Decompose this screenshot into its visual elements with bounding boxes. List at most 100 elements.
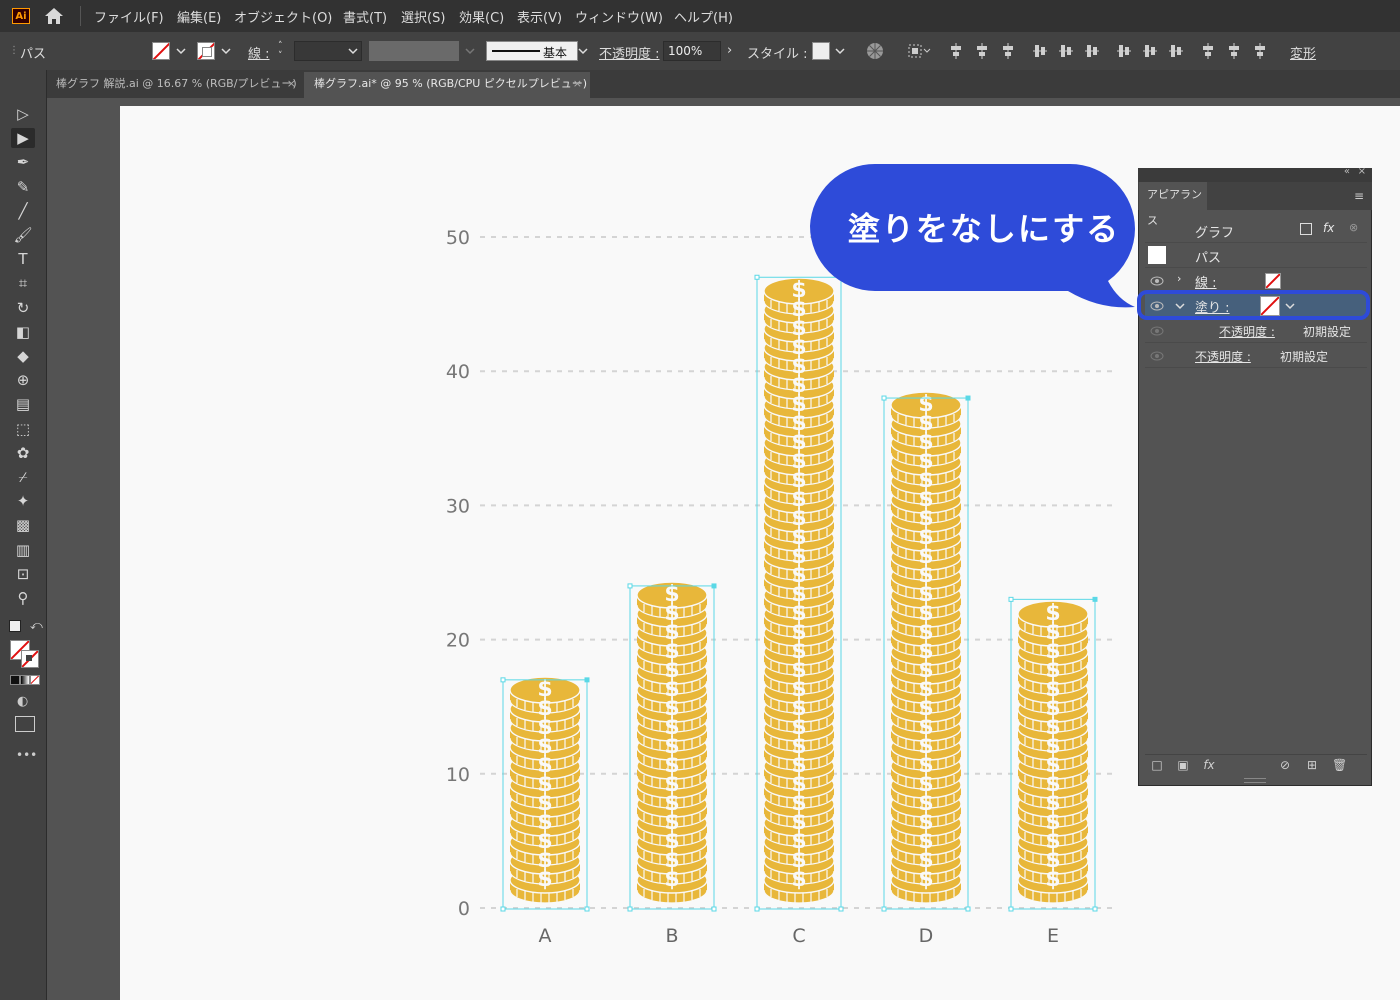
add-fill-icon[interactable]: ▣ <box>1176 758 1190 772</box>
opacity-label[interactable]: 不透明度 : <box>599 43 660 62</box>
direct-selection-tool-icon[interactable]: ▶ <box>11 128 35 149</box>
selection-tool-icon[interactable]: ▷ <box>11 104 35 124</box>
chevron-down-icon[interactable] <box>465 46 475 56</box>
trash-icon[interactable]: 🗑 <box>1332 758 1347 772</box>
appearance-opacity-row[interactable]: 不透明度 : 初期設定 <box>1145 343 1367 368</box>
close-icon[interactable]: × <box>573 72 582 96</box>
stroke-swatch[interactable] <box>197 42 215 60</box>
area-type-icon[interactable]: ⌗ <box>11 273 35 293</box>
appearance-object-row[interactable]: グラフ fx ⊗ <box>1145 218 1367 243</box>
distribute-hcenter-icon[interactable] <box>1227 43 1241 59</box>
recolor-artwork-icon[interactable] <box>866 42 884 60</box>
align-right-icon[interactable] <box>1001 43 1015 59</box>
fill-swatch[interactable] <box>152 42 170 60</box>
default-colors-icon[interactable] <box>9 620 21 632</box>
distribute-right-icon[interactable] <box>1253 43 1267 59</box>
gradient-mode-icon[interactable] <box>20 675 30 685</box>
menu-item-8[interactable]: ウィンドウ(W) <box>575 7 663 26</box>
chevron-down-icon[interactable] <box>835 46 845 56</box>
add-effect-icon[interactable]: fx <box>1202 758 1216 772</box>
home-icon[interactable] <box>44 7 64 25</box>
menu-item-9[interactable]: ヘルプ(H) <box>674 7 733 26</box>
distribute-top-icon[interactable] <box>1117 43 1131 59</box>
clear-icon[interactable]: ⊗ <box>1349 221 1358 234</box>
rotate-tool-icon[interactable]: ↻ <box>11 298 35 318</box>
align-vcenter-icon[interactable] <box>1059 43 1073 59</box>
panel-menu-icon[interactable]: ≡ <box>1354 189 1364 203</box>
distribute-vcenter-icon[interactable] <box>1143 43 1157 59</box>
live-paint-icon[interactable]: ▩ <box>11 515 35 535</box>
visibility-eye-icon[interactable] <box>1150 276 1164 286</box>
blend-tool-icon[interactable]: ⬚ <box>11 419 35 439</box>
tab-document-1[interactable]: 棒グラフ 解説.ai @ 16.67 % (RGB/プレビュー) × <box>46 72 304 98</box>
symbol-sprayer-icon[interactable]: ✿ <box>11 443 35 463</box>
shape-builder-icon[interactable]: ⊕ <box>11 370 35 390</box>
duplicate-icon[interactable] <box>1300 223 1312 235</box>
swap-colors-icon[interactable]: ⤺ <box>30 618 43 633</box>
close-icon[interactable]: × <box>1358 166 1366 177</box>
drawing-mode-icon[interactable]: ◐ <box>17 694 28 709</box>
menu-item-6[interactable]: 効果(C) <box>459 7 504 26</box>
close-icon[interactable]: × <box>287 72 296 96</box>
none-mode-icon[interactable] <box>30 675 40 685</box>
resize-grip-icon[interactable] <box>1244 778 1266 783</box>
chevron-down-icon[interactable] <box>578 46 588 56</box>
stroke-label[interactable]: 線 : <box>1195 272 1217 291</box>
zoom-tool-icon[interactable]: ⚲ <box>11 588 35 608</box>
visibility-eye-icon[interactable] <box>1150 351 1164 361</box>
stroke-label[interactable]: 線 : <box>248 43 270 62</box>
visibility-eye-icon[interactable] <box>1150 326 1164 336</box>
chevron-down-icon[interactable] <box>221 46 231 56</box>
collapse-panel-icon[interactable]: « <box>1344 166 1350 177</box>
tab-appearance[interactable]: アピアランス <box>1139 182 1207 227</box>
eyedropper-tool-icon[interactable]: ⌿ <box>11 467 35 487</box>
screen-mode-icon[interactable] <box>15 716 35 732</box>
menu-item-1[interactable]: ファイル(F) <box>94 7 164 26</box>
brush-definition-field[interactable]: 基本 <box>486 41 578 61</box>
pen-tool-icon[interactable]: ✒ <box>11 152 35 172</box>
stroke-weight-stepper[interactable]: ˄ ˅ <box>278 41 290 61</box>
artboard-tool-icon[interactable]: ⊡ <box>11 564 35 584</box>
clear-appearance-icon[interactable]: ⊘ <box>1278 758 1292 772</box>
duplicate-item-icon[interactable]: ⊞ <box>1305 758 1319 772</box>
menu-item-2[interactable]: 編集(E) <box>177 7 221 26</box>
variable-width-profile[interactable] <box>369 41 459 61</box>
appearance-fill-opacity-row[interactable]: 不透明度 : 初期設定 <box>1145 318 1367 343</box>
paintbrush-tool-icon[interactable]: 🖌 <box>11 225 35 245</box>
appearance-path-row[interactable]: パス <box>1145 243 1367 268</box>
puppet-warp-icon[interactable]: ✦ <box>11 491 35 511</box>
panel-header[interactable]: « × <box>1138 166 1372 182</box>
chevron-down-icon[interactable] <box>176 46 186 56</box>
gradient-tool-icon[interactable]: ▤ <box>11 394 35 414</box>
width-tool-icon[interactable]: ◧ <box>11 322 35 342</box>
curvature-tool-icon[interactable]: ✎ <box>11 177 35 197</box>
menu-item-5[interactable]: 選択(S) <box>401 7 445 26</box>
align-top-icon[interactable] <box>1033 43 1047 59</box>
align-bottom-icon[interactable] <box>1085 43 1099 59</box>
eraser-tool-icon[interactable]: ◆ <box>11 346 35 366</box>
graphic-style-swatch[interactable] <box>812 42 830 60</box>
transform-label[interactable]: 変形 <box>1290 43 1316 62</box>
menu-item-4[interactable]: 書式(T) <box>343 7 387 26</box>
type-tool-icon[interactable]: T <box>11 249 35 269</box>
menu-item-3[interactable]: オブジェクト(O) <box>234 7 332 26</box>
tab-document-2[interactable]: 棒グラフ.ai* @ 95 % (RGB/CPU ピクセルプレビュー) × <box>304 72 590 98</box>
fx-icon[interactable]: fx <box>1323 221 1334 235</box>
chevron-right-icon[interactable]: › <box>727 43 732 58</box>
graph-tool-icon[interactable]: ▥ <box>11 540 35 560</box>
align-left-icon[interactable] <box>949 43 963 59</box>
align-hcenter-icon[interactable] <box>975 43 989 59</box>
fill-opacity-label[interactable]: 不透明度 : <box>1219 323 1275 340</box>
distribute-bottom-icon[interactable] <box>1169 43 1183 59</box>
color-mode-icon[interactable] <box>10 675 20 685</box>
chevron-down-icon[interactable] <box>348 46 358 56</box>
more-tools-icon[interactable]: ••• <box>16 748 37 762</box>
add-stroke-icon[interactable]: □ <box>1150 758 1164 772</box>
line-tool-icon[interactable]: ╱ <box>11 201 35 221</box>
align-to-selection-icon[interactable] <box>907 43 931 59</box>
stroke-color-swatch[interactable] <box>21 650 39 668</box>
opacity-label[interactable]: 不透明度 : <box>1195 348 1251 365</box>
chevron-right-icon[interactable]: › <box>1177 272 1181 285</box>
distribute-left-icon[interactable] <box>1201 43 1215 59</box>
opacity-field[interactable]: 100% <box>663 41 721 61</box>
